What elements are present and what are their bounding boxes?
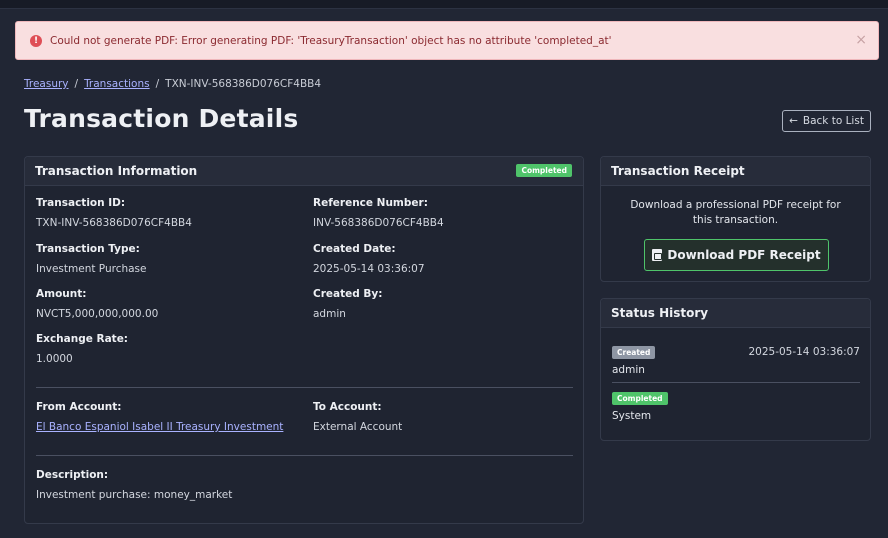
created-by-field: Created By: admin: [313, 288, 382, 320]
file-pdf-icon: [652, 249, 663, 261]
status-user: admin: [612, 364, 645, 376]
field-value: NVCT5,000,000,000.00: [36, 308, 159, 320]
breadcrumb-treasury-link[interactable]: Treasury: [24, 78, 69, 90]
field-value: Investment Purchase: [36, 263, 147, 275]
transaction-type-field: Transaction Type: Investment Purchase: [36, 243, 147, 275]
divider: [36, 387, 573, 388]
card-title: Transaction Information: [35, 164, 198, 178]
status-badge: Created: [612, 346, 656, 359]
field-value: 2025-05-14 03:36:07: [313, 263, 425, 275]
field-label: Amount:: [36, 288, 87, 300]
breadcrumb: Treasury / Transactions / TXN-INV-568386…: [24, 78, 321, 90]
status-user: System: [612, 410, 652, 422]
error-icon: !: [30, 34, 42, 47]
transaction-id-field: Transaction ID: TXN-INV-568386D076CF4BB4: [36, 197, 192, 229]
amount-field: Amount: NVCT5,000,000,000.00: [36, 288, 158, 320]
status-history-item: Created 2025-05-14 03:36:07 admin: [612, 346, 860, 376]
field-value: admin: [313, 308, 346, 320]
from-account-link[interactable]: El Banco Espaniol Isabel II Treasury Inv…: [36, 421, 283, 433]
status-history-item: Completed System: [612, 392, 860, 422]
breadcrumb-separator: /: [74, 78, 79, 90]
card-header: Status History: [601, 299, 870, 328]
breadcrumb-transactions-link[interactable]: Transactions: [84, 78, 150, 90]
breadcrumb-current: TXN-INV-568386D076CF4BB4: [165, 78, 322, 90]
field-value: 1.0000: [36, 353, 73, 365]
field-value: Investment purchase: money_market: [36, 489, 233, 501]
transaction-receipt-card: Transaction Receipt Download a professio…: [600, 156, 871, 282]
field-label: Created Date:: [313, 243, 396, 255]
card-header: Transaction Information Completed: [25, 157, 583, 186]
created-date-field: Created Date: 2025-05-14 03:36:07: [313, 243, 425, 275]
status-history-card: Status History Created 2025-05-14 03:36:…: [600, 298, 871, 441]
download-pdf-label: Download PDF Receipt: [667, 248, 821, 262]
status-badge: Completed: [612, 392, 668, 405]
card-header: Transaction Receipt: [601, 157, 870, 186]
field-label: To Account:: [313, 401, 382, 413]
field-value: TXN-INV-568386D076CF4BB4: [36, 217, 192, 229]
top-nav-bar: [0, 0, 888, 9]
exchange-rate-field: Exchange Rate: 1.0000: [36, 333, 128, 365]
card-title: Transaction Receipt: [611, 164, 745, 178]
status-time: 2025-05-14 03:36:07: [748, 346, 860, 358]
error-alert: ! Could not generate PDF: Error generati…: [15, 21, 879, 60]
to-account-field: To Account: External Account: [313, 401, 402, 433]
field-label: Transaction Type:: [36, 243, 140, 255]
divider: [612, 382, 860, 383]
close-icon[interactable]: ×: [855, 32, 867, 48]
back-to-list-button[interactable]: ← Back to List: [782, 110, 871, 132]
from-account-field: From Account: El Banco Espaniol Isabel I…: [36, 401, 283, 433]
status-badge: Completed: [516, 164, 572, 177]
field-value: External Account: [313, 421, 403, 433]
page-title: Transaction Details: [24, 104, 299, 133]
description-field: Description: Investment purchase: money_…: [36, 469, 232, 501]
card-title: Status History: [611, 306, 709, 320]
download-pdf-receipt-button[interactable]: Download PDF Receipt: [644, 239, 829, 271]
field-label: Exchange Rate:: [36, 333, 129, 345]
breadcrumb-separator: /: [155, 78, 160, 90]
error-message: Could not generate PDF: Error generating…: [50, 34, 612, 47]
field-label: Transaction ID:: [36, 197, 126, 209]
back-to-list-label: Back to List: [802, 115, 864, 127]
arrow-left-icon: ←: [789, 115, 798, 127]
divider: [36, 455, 573, 456]
field-value: INV-568386D076CF4BB4: [313, 217, 444, 229]
field-label: Created By:: [313, 288, 383, 300]
field-label: Description:: [36, 469, 109, 481]
receipt-description: Download a professional PDF receipt for …: [630, 199, 841, 226]
reference-number-field: Reference Number: INV-568386D076CF4BB4: [313, 197, 444, 229]
field-label: Reference Number:: [313, 197, 428, 209]
transaction-info-card: Transaction Information Completed Transa…: [24, 156, 584, 524]
field-label: From Account:: [36, 401, 122, 413]
